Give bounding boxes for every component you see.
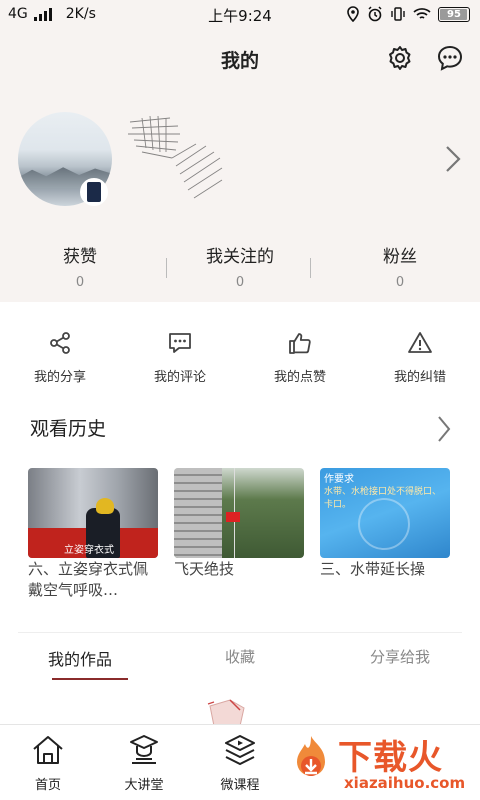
video-title: 飞天绝技 [174,560,235,578]
active-tab-indicator [52,678,128,680]
profile-header: 我的 获赞 0 我关注的 0 粉丝 0 [0,30,480,302]
warning-icon [408,332,432,353]
nav-home[interactable]: 首页 [0,725,96,800]
history-title: 观看历史 [30,418,107,440]
divider [18,632,462,633]
thumbnail-text: 立姿穿衣式 [64,545,114,556]
tab-my-works[interactable]: 我的作品 [0,646,160,670]
thumbs-up-icon [289,333,311,354]
my-likes-button[interactable]: 我的点赞 [240,330,360,385]
video-title: 六、立姿穿衣式佩戴空气呼吸… [28,560,149,599]
watermark-text: 下载火 [338,738,443,778]
stat-value: 0 [75,275,85,290]
my-comments-button[interactable]: 我的评论 [120,330,240,385]
stat-following[interactable]: 我关注的 0 [160,242,320,290]
chevron-right-icon[interactable] [444,144,462,174]
tab-shared-with-me[interactable]: 分享给我 [320,646,480,670]
history-item[interactable]: 飞天绝技 [174,468,304,601]
video-title: 三、水带延长操 [320,560,426,578]
stat-label: 粉丝 [383,247,417,267]
action-label: 我的分享 [33,370,86,385]
course-icon [225,735,255,766]
history-item[interactable]: 立姿穿衣式 六、立姿穿衣式佩戴空气呼吸… [28,468,158,601]
stats-row: 获赞 0 我关注的 0 粉丝 0 [0,242,480,290]
divider [166,258,167,278]
empty-state-illustration [207,699,245,726]
wifi-icon [413,8,431,19]
stat-fans[interactable]: 粉丝 0 [320,242,480,290]
message-icon[interactable] [436,44,464,72]
lecture-icon [130,735,158,764]
tab-favorites[interactable]: 收藏 [160,646,320,670]
watermark-url: xiazaihuo.com [344,774,466,792]
my-corrections-button[interactable]: 我的纠错 [360,330,480,385]
nav-lecture[interactable]: 大讲堂 [96,725,192,800]
battery-level: 95 [447,8,461,20]
chevron-right-icon[interactable] [436,414,452,444]
comment-icon [169,333,191,353]
location-icon [347,6,359,22]
home-icon [33,736,63,764]
nav-label: 大讲堂 [124,778,164,793]
action-row: 我的分享 我的评论 我的点赞 我的纠错 [0,330,480,385]
nav-course[interactable]: 微课程 [192,725,288,800]
avatar-badge [80,178,108,206]
share-icon [50,332,70,354]
video-thumbnail [174,468,304,558]
watermark: 下载火 xiazaihuo.com [280,724,480,800]
nav-label: 首页 [34,778,61,793]
video-thumbnail: 作要求 水带、水枪接口处不得脱口、卡口。 [320,468,450,558]
vibrate-icon [391,7,405,21]
action-label: 我的纠错 [393,370,446,385]
nav-label: 微课程 [220,778,260,793]
fire-logo-icon [297,736,325,776]
my-shares-button[interactable]: 我的分享 [0,330,120,385]
stat-value: 0 [395,275,405,290]
stat-label: 我关注的 [206,247,274,267]
status-bar: 4G 2K/s 上午9:24 95 [0,0,480,30]
battery-icon: 95 [438,6,470,22]
history-item[interactable]: 作要求 水带、水枪接口处不得脱口、卡口。 三、水带延长操 [320,468,450,601]
gear-icon[interactable] [386,44,414,72]
divider [310,258,311,278]
alarm-icon [368,6,382,22]
works-tabs: 我的作品 收藏 分享给我 [0,646,480,670]
username-redacted [128,115,223,199]
video-thumbnail: 立姿穿衣式 [28,468,158,558]
action-label: 我的点赞 [273,370,326,385]
stat-label: 获赞 [63,247,97,267]
history-list: 立姿穿衣式 六、立姿穿衣式佩戴空气呼吸… 飞天绝技 作要求 水带、水枪接口处不得… [28,468,452,601]
stat-value: 0 [235,275,245,290]
stat-likes[interactable]: 获赞 0 [0,242,160,290]
action-label: 我的评论 [153,370,206,385]
